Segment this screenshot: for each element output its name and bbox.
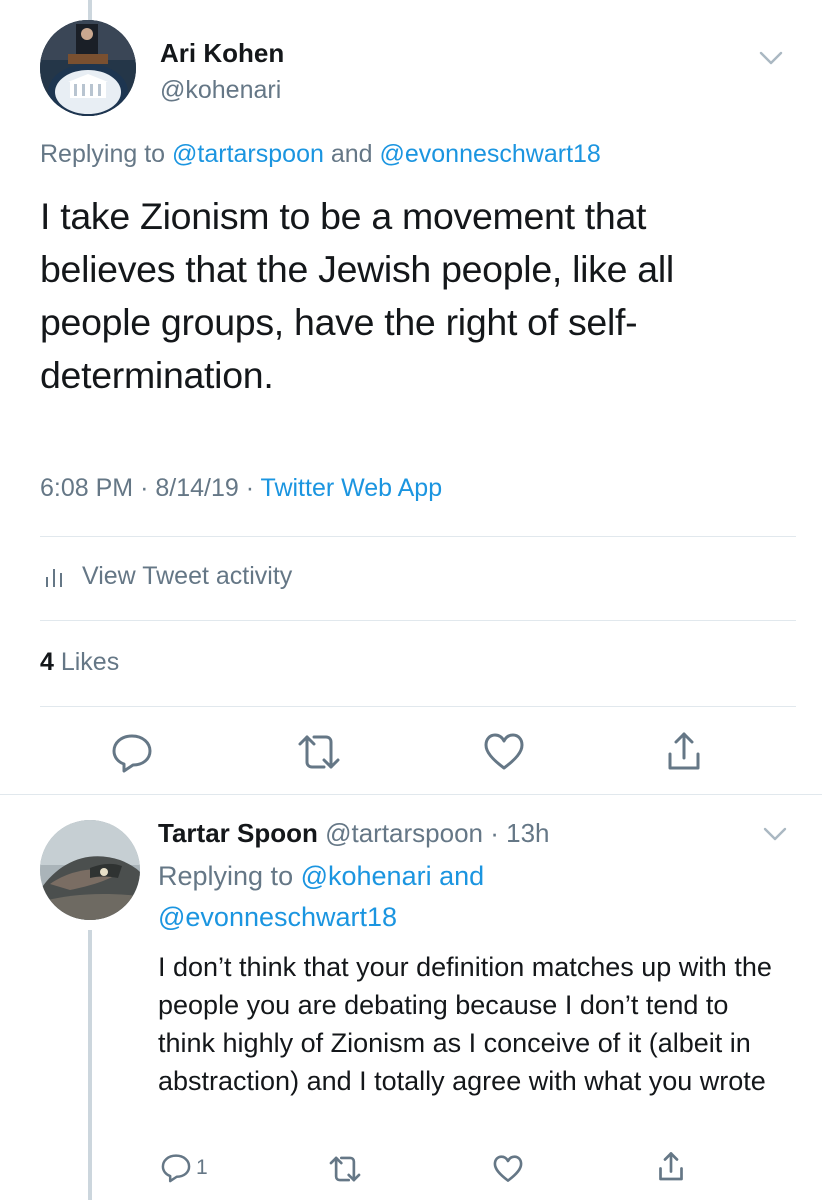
share-icon[interactable] — [656, 1150, 686, 1184]
replying-to: Replying to @kohenari and @evonneschwart… — [158, 856, 778, 938]
tweet-time[interactable]: 6:08 PM — [40, 474, 133, 502]
divider — [40, 620, 796, 621]
mention-link[interactable]: @evonneschwart18 — [379, 140, 600, 168]
thread-line — [88, 930, 92, 1200]
replying-and: and — [323, 140, 380, 168]
author-name[interactable]: Ari Kohen — [160, 38, 284, 69]
reply-action[interactable]: 1 — [160, 1152, 208, 1184]
replying-to: Replying to @tartarspoon and @evonneschw… — [40, 140, 601, 169]
author-handle[interactable]: @kohenari — [160, 76, 281, 105]
meta-separator: · — [483, 818, 507, 848]
reply-icon[interactable] — [110, 732, 154, 774]
tweet-meta: 6:08 PM · 8/14/19 · Twitter Web App — [40, 474, 442, 503]
likes-count: 4 — [40, 648, 54, 676]
meta-separator: · — [245, 474, 261, 502]
avatar[interactable] — [40, 20, 136, 116]
chevron-down-icon[interactable] — [758, 50, 784, 66]
reply-icon — [161, 1154, 191, 1183]
retweet-icon[interactable] — [296, 732, 342, 772]
divider — [40, 536, 796, 537]
view-tweet-activity-label: View Tweet activity — [82, 562, 293, 590]
reply-count: 1 — [196, 1156, 208, 1179]
tweet-source[interactable]: Twitter Web App — [261, 474, 443, 502]
divider — [40, 706, 796, 707]
tweet-text: I take Zionism to be a movement that bel… — [40, 195, 674, 396]
tweet-date[interactable]: 8/14/19 — [155, 474, 238, 502]
replying-prefix: Replying to — [40, 140, 173, 168]
section-divider — [0, 794, 822, 795]
replying-prefix: Replying to — [158, 861, 301, 891]
thread-line-top — [88, 0, 92, 20]
tweet-age[interactable]: 13h — [506, 818, 549, 848]
bar-chart-icon — [46, 568, 62, 587]
like-icon[interactable] — [492, 1154, 524, 1184]
chevron-down-icon[interactable] — [762, 826, 788, 842]
mention-link[interactable]: @tartarspoon — [172, 140, 324, 168]
mention-link[interactable]: @kohenari — [301, 861, 432, 891]
meta-separator: · — [140, 474, 156, 502]
view-tweet-activity[interactable]: View Tweet activity — [44, 562, 292, 591]
share-icon[interactable] — [664, 730, 704, 774]
avatar[interactable] — [40, 820, 140, 920]
mention-link[interactable]: @evonneschwart18 — [158, 902, 397, 932]
likes-label: Likes — [53, 648, 120, 676]
reply-header: Tartar Spoon @tartarspoon · 13h — [158, 818, 550, 849]
reply-text: I don’t think that your definition match… — [158, 952, 772, 1096]
like-icon[interactable] — [482, 732, 526, 772]
replying-and: and — [431, 861, 485, 891]
author-name[interactable]: Tartar Spoon — [158, 818, 318, 848]
retweet-icon[interactable] — [328, 1154, 362, 1184]
likes-summary[interactable]: 4 Likes — [40, 648, 119, 677]
author-handle[interactable]: @tartarspoon — [325, 818, 483, 848]
